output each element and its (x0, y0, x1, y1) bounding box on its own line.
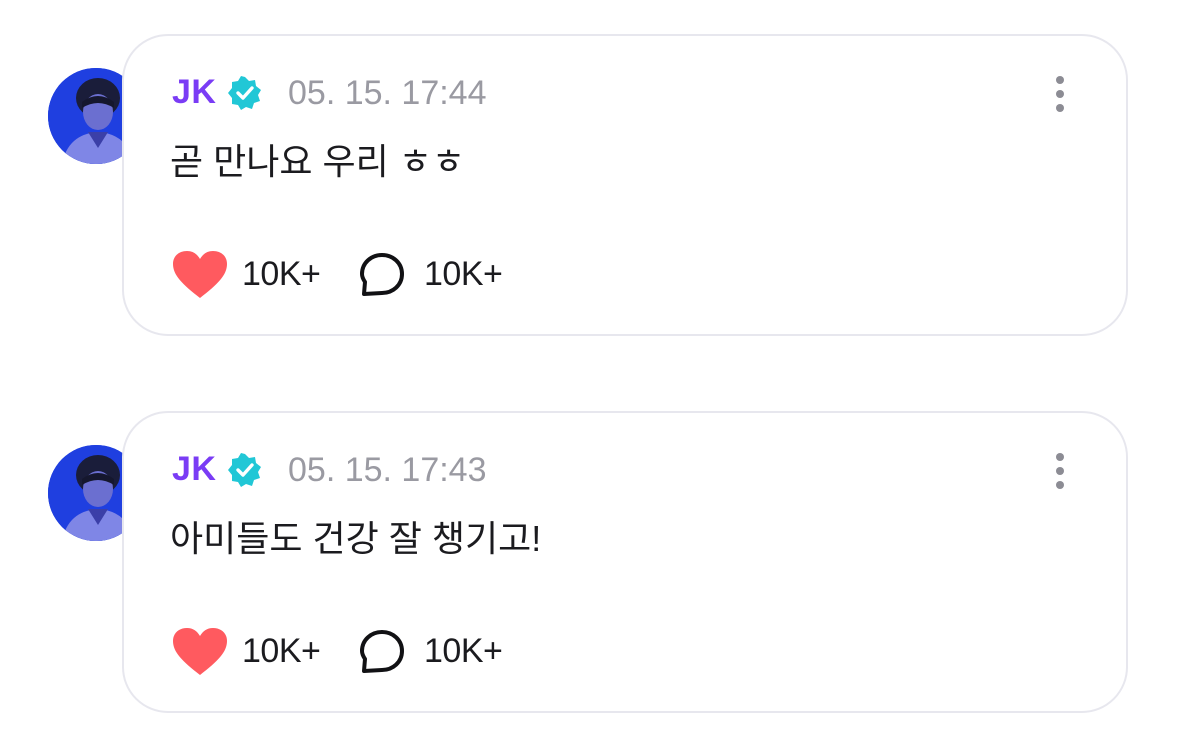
author-name[interactable]: JK (172, 449, 216, 489)
verified-badge-icon (228, 453, 261, 487)
post-timestamp: 05. 15. 17:43 (288, 451, 487, 489)
more-options-icon[interactable] (1048, 74, 1072, 114)
comment-icon[interactable] (358, 252, 406, 298)
heart-icon[interactable] (172, 627, 228, 677)
author-name[interactable]: JK (172, 72, 216, 112)
post-text: 아미들도 건강 잘 챙기고! (170, 518, 542, 559)
verified-badge-icon (228, 76, 261, 110)
post-timestamp: 05. 15. 17:44 (288, 74, 487, 112)
heart-icon[interactable] (172, 250, 228, 300)
like-count: 10K+ (242, 255, 321, 293)
post-card[interactable]: JK 05. 15. 17:43 아미들도 건강 잘 챙기고! 10K+ 10K… (122, 411, 1128, 713)
more-options-icon[interactable] (1048, 451, 1072, 491)
like-count: 10K+ (242, 632, 321, 670)
comment-icon[interactable] (358, 629, 406, 675)
comment-count: 10K+ (424, 632, 503, 670)
post-text: 곧 만나요 우리 ㅎㅎ (170, 141, 465, 182)
post-card[interactable]: JK 05. 15. 17:44 곧 만나요 우리 ㅎㅎ 10K+ 10K+ (122, 34, 1128, 336)
comment-count: 10K+ (424, 255, 503, 293)
